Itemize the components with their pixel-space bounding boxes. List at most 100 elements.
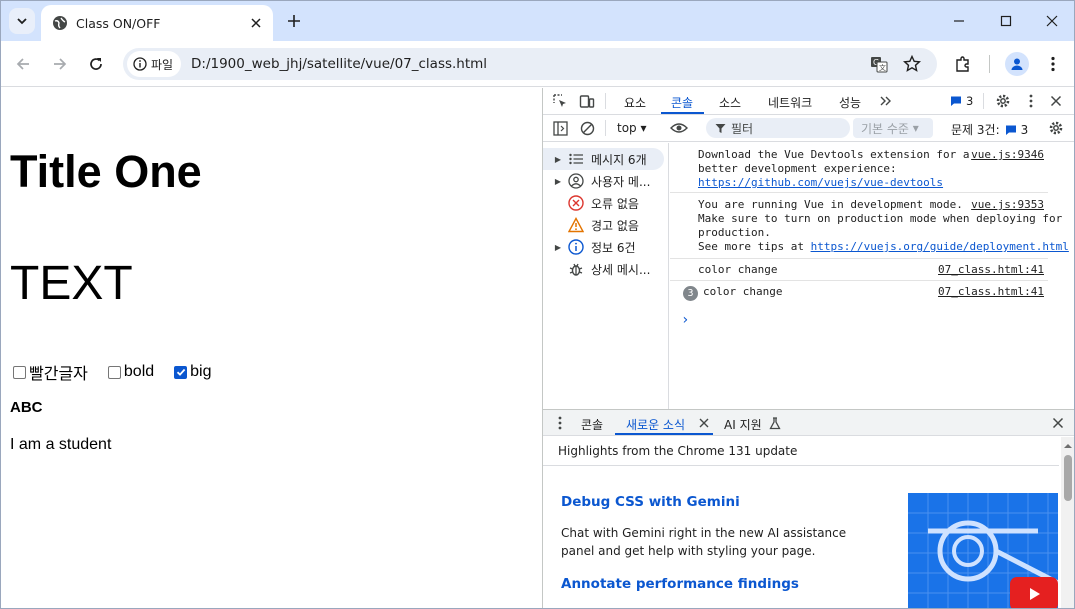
message-text: Download the Vue Devtools extension for … <box>698 148 970 189</box>
tab-search-button[interactable] <box>9 8 35 34</box>
close-drawer-icon[interactable] <box>1048 413 1068 433</box>
abc-text: ABC <box>10 399 43 416</box>
whats-new-link-annotate[interactable]: Annotate performance findings <box>561 576 799 592</box>
sidebar-item-verbose[interactable]: 상세 메시... <box>543 258 669 280</box>
bookmark-star-icon[interactable] <box>902 54 922 74</box>
sidebar-item-messages[interactable]: ▶ 메시지 6개 <box>543 148 664 170</box>
console-settings-gear-icon[interactable] <box>1046 118 1066 138</box>
vue-deployment-link[interactable]: https://vuejs.org/guide/deployment.html <box>811 240 1069 253</box>
new-tab-button[interactable] <box>283 10 305 32</box>
drawer-tab-whats-new[interactable]: 새로운 소식 <box>626 416 685 433</box>
message-source-link[interactable]: vue.js:9353 <box>971 198 1044 212</box>
big-label: big <box>190 363 212 380</box>
svg-text:文: 文 <box>879 63 886 72</box>
message-text: color change <box>698 263 778 276</box>
sidebar-item-info[interactable]: ▶ 정보 6건 <box>543 236 669 258</box>
video-thumbnail[interactable] <box>908 493 1058 608</box>
device-toolbar-icon[interactable] <box>577 91 597 111</box>
option-red-text[interactable]: 빨간글자 <box>13 360 88 384</box>
context-selector[interactable]: top ▾ <box>617 121 647 135</box>
drawer-menu-icon[interactable] <box>550 413 570 433</box>
tab-network[interactable]: 네트워크 <box>768 94 812 111</box>
whats-new-link-debug-css[interactable]: Debug CSS with Gemini <box>561 494 740 510</box>
sidebar-item-label: 상세 메시... <box>591 262 651 277</box>
expand-arrow-icon[interactable]: ▶ <box>551 177 565 186</box>
issues-badge[interactable]: 3 <box>950 94 973 108</box>
browser-tab[interactable]: Class ON/OFF <box>41 5 273 41</box>
close-tab-icon[interactable] <box>694 413 714 433</box>
big-checkbox[interactable] <box>174 365 188 379</box>
context-label: top <box>617 121 637 135</box>
sidebar-item-user-messages[interactable]: ▶ 사용자 메... <box>543 170 669 192</box>
tab-elements[interactable]: 요소 <box>624 94 646 111</box>
drawer-tab-ai-assistance[interactable]: AI 지원 <box>724 416 762 433</box>
clear-console-icon[interactable] <box>577 118 597 138</box>
translate-icon[interactable]: G文 <box>869 54 889 74</box>
menu-button[interactable] <box>1040 51 1066 77</box>
scroll-up-icon <box>1064 444 1072 448</box>
tab-close-icon[interactable] <box>247 14 265 32</box>
log-levels-dropdown[interactable]: 기본 수준 ▾ <box>853 118 933 138</box>
extensions-button[interactable] <box>950 51 976 77</box>
red-text-checkbox[interactable] <box>13 365 26 379</box>
option-bold[interactable]: bold <box>107 363 154 381</box>
close-devtools-icon[interactable] <box>1046 91 1066 111</box>
settings-gear-icon[interactable] <box>993 91 1013 111</box>
site-info-chip[interactable]: 파일 <box>127 51 181 77</box>
tab-sources[interactable]: 소스 <box>719 94 741 111</box>
message-source-link[interactable]: 07_class.html:41 <box>938 263 1044 277</box>
toolbar-separator <box>605 120 606 136</box>
info-icon <box>133 57 147 71</box>
minimize-button[interactable] <box>936 6 982 36</box>
filter-input[interactable]: 필터 <box>706 118 850 138</box>
tab-console[interactable]: 콘솔 <box>671 94 693 111</box>
site-chip-label: 파일 <box>151 57 174 72</box>
list-icon <box>567 150 585 168</box>
sidebar-item-label: 메시지 6개 <box>591 152 647 167</box>
address-bar[interactable]: 파일 D:/1900_web_jhj/satellite/vue/07_clas… <box>123 48 937 80</box>
issues-label: 문제 3건: <box>951 123 1000 137</box>
sidebar-item-label: 사용자 메... <box>591 174 651 189</box>
minimize-icon <box>954 20 964 22</box>
devtools-tab-bar: 요소 콘솔 소스 네트워크 성능 3 <box>543 88 1074 115</box>
vue-devtools-link[interactable]: https://github.com/vuejs/vue-devtools <box>698 176 943 189</box>
checkmark-icon <box>176 368 185 376</box>
sidebar-toggle-icon[interactable] <box>550 118 570 138</box>
message-source-link[interactable]: vue.js:9346 <box>971 148 1044 162</box>
drawer-tab-console[interactable]: 콘솔 <box>581 416 603 433</box>
puzzle-icon <box>956 56 969 72</box>
arrow-right-icon <box>54 58 67 70</box>
maximize-button[interactable] <box>983 6 1029 36</box>
inspect-element-icon[interactable] <box>550 91 570 111</box>
close-window-button[interactable] <box>1029 6 1074 36</box>
sidebar-item-warnings[interactable]: 경고 없음 <box>543 214 669 236</box>
live-expression-eye-icon[interactable] <box>669 118 689 138</box>
reload-button[interactable] <box>83 51 109 77</box>
back-button[interactable] <box>10 51 36 77</box>
issues-link[interactable]: 문제 3건: 3 <box>951 121 1028 138</box>
bold-checkbox[interactable] <box>107 365 121 379</box>
message-source-link[interactable]: 07_class.html:41 <box>938 285 1044 299</box>
play-button[interactable] <box>1010 577 1058 608</box>
class-options: 빨간글자 bold big <box>13 360 232 384</box>
active-tab-indicator <box>661 112 704 114</box>
devtools-menu-icon[interactable] <box>1021 91 1041 111</box>
kebab-menu-icon <box>1051 56 1055 72</box>
warning-icon <box>567 216 585 234</box>
forward-button[interactable] <box>47 51 73 77</box>
option-big[interactable]: big <box>174 363 212 381</box>
info-icon <box>567 238 585 256</box>
expand-arrow-icon[interactable]: ▶ <box>551 155 565 164</box>
console-prompt[interactable]: › <box>681 312 689 328</box>
more-tabs-icon[interactable] <box>876 91 896 111</box>
scrollbar-thumb[interactable] <box>1064 455 1072 501</box>
whats-new-description: Chat with Gemini right in the new AI ass… <box>561 526 847 558</box>
drawer-scrollbar[interactable] <box>1061 437 1074 608</box>
globe-icon <box>53 16 67 30</box>
url-text[interactable]: D:/1900_web_jhj/satellite/vue/07_class.h… <box>191 56 487 72</box>
sidebar-item-errors[interactable]: 오류 없음 <box>543 192 669 214</box>
tab-performance[interactable]: 성능 <box>839 94 861 111</box>
expand-arrow-icon[interactable]: ▶ <box>551 243 565 252</box>
console-message: color change 07_class.html:41 <box>670 261 1048 281</box>
profile-avatar[interactable] <box>1005 52 1029 76</box>
